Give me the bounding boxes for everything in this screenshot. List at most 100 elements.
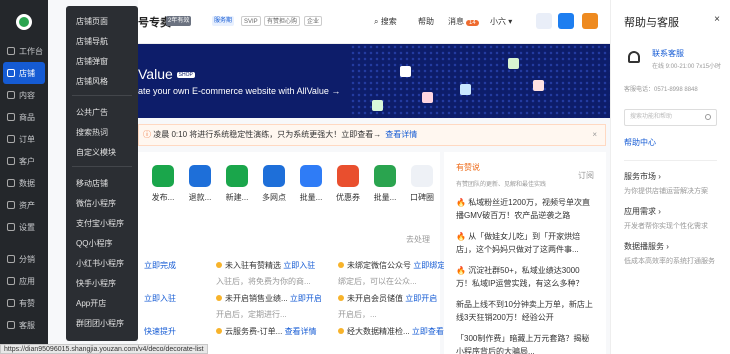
tool-label: 口碑圈 <box>410 193 434 202</box>
banner-logo: Value SHOP <box>138 66 195 82</box>
promo-icon[interactable] <box>582 13 598 29</box>
submenu-item[interactable]: 店铺风格 <box>66 72 138 92</box>
sidebar-item-order[interactable]: 订单 <box>0 128 48 150</box>
sidebar-item-label: 客服 <box>19 320 35 330</box>
news-item[interactable]: 🔥 私域粉丝近1200万，视频号单次直播GMV破百万！农产品逆袭之路 <box>456 196 594 222</box>
todo-link[interactable]: 立即完成 <box>144 261 176 270</box>
todo-item[interactable]: 快速提升 <box>144 326 176 337</box>
help-section-desc: 低成本高效率的系统打通服务 <box>624 258 715 265</box>
sidebar-item-service[interactable]: 客服 <box>0 314 48 336</box>
quick-tool[interactable]: 新建... <box>220 165 254 203</box>
help-search-input[interactable]: 搜索功能和帮助 <box>624 109 717 126</box>
todo-action-link[interactable]: 查看详情 <box>285 327 317 336</box>
todo-link[interactable]: 立即入驻 <box>144 294 176 303</box>
help-section[interactable]: 服务市场 › 为你提供店铺运营解决方案 <box>624 171 717 196</box>
help-center-link[interactable]: 帮助中心 <box>624 137 717 148</box>
news-item[interactable]: 「300制作费」暗藏上万元套路？揭秘小程序背后的大骗局... <box>456 332 594 354</box>
quick-tool[interactable]: 发布... <box>146 165 180 203</box>
submenu-item[interactable]: 店铺导航 <box>66 32 138 52</box>
help-section[interactable]: 应用需求 › 开发者帮你实现个性化需求 <box>624 206 717 231</box>
quick-tool[interactable]: 口碑圈 <box>405 165 439 203</box>
sidebar-item-content[interactable]: 内容 <box>0 84 48 106</box>
alert-icon <box>216 328 222 334</box>
sidebar-item-goods[interactable]: 商品 <box>0 106 48 128</box>
todo-item[interactable]: 云服务费-订单... 查看详情 <box>216 326 317 337</box>
sidebar-item-asset[interactable]: 资产 <box>0 194 48 216</box>
help-section-title: 服务市场 › <box>624 172 661 181</box>
todo-item[interactable]: 立即入驻 <box>144 293 176 304</box>
todo-action-link[interactable]: 立即查看 <box>412 327 444 336</box>
main-sidebar: 工作台 店铺内容商品 订单 客户 数据 资产 设置分销 应用 有赞客服 <box>0 0 48 354</box>
subscribe-link[interactable]: 订阅 <box>578 170 594 181</box>
svip-badge[interactable]: SVIP <box>241 16 261 26</box>
user-menu[interactable]: 小六 ▾ <box>490 16 512 27</box>
todo-action-link[interactable]: 立即入驻 <box>283 261 315 270</box>
messages-button[interactable]: 消息 14 <box>448 16 479 27</box>
sidebar-item-dashboard[interactable]: 工作台 <box>0 40 48 62</box>
todo-item[interactable]: 未开启会员储值 立即开启 开启后，... <box>338 293 437 320</box>
todo-item[interactable]: 未开启销售业绩... 立即开启 开启后，定期进行... <box>216 293 322 320</box>
sidebar-item-data[interactable]: 数据 <box>0 172 48 194</box>
service-badge[interactable]: 服务期 <box>212 16 235 26</box>
todo-text: 云服务费-订单... <box>225 327 285 336</box>
close-icon[interactable]: × <box>592 125 597 145</box>
search-button[interactable]: ⌕ 搜索 <box>374 16 397 27</box>
submenu-item[interactable]: QQ小程序 <box>66 234 138 254</box>
submenu-item[interactable]: 支付宝小程序 <box>66 214 138 234</box>
quick-tool[interactable]: 退款... <box>183 165 217 203</box>
sidebar-item-shop[interactable]: 店铺 <box>3 62 45 84</box>
tool-icon <box>374 165 396 187</box>
sidebar-item-distribution[interactable]: 分销 <box>0 248 48 270</box>
settings-icon <box>7 223 15 231</box>
todo-item[interactable]: 未入驻有赞精选 立即入驻 入驻后，将免费为你的商... <box>216 260 315 287</box>
todo-item[interactable]: 未绑定微信公众号 立即绑定 绑定后，可以在公众... <box>338 260 445 287</box>
help-section[interactable]: 数据播服务 › 低成本高效率的系统打通服务 <box>624 241 717 266</box>
news-item[interactable]: 🔥 沉淀社群50+，私域业绩达3000万！私域IP运营实践，有这么多种？ <box>456 264 594 290</box>
submenu-item[interactable]: 搜索热词 <box>66 123 138 143</box>
todo-item[interactable]: 经大数据精准检... 立即查看 <box>338 326 444 337</box>
todo-item[interactable]: 立即完成 <box>144 260 176 271</box>
close-icon[interactable]: × <box>714 14 720 25</box>
quick-tool[interactable]: 批量... <box>294 165 328 203</box>
enterprise-badge[interactable]: 企业 <box>304 16 323 26</box>
todo-action-link[interactable]: 立即开启 <box>405 294 437 303</box>
todo-action-link[interactable]: 立即开启 <box>290 294 322 303</box>
submenu-item[interactable]: 快手小程序 <box>66 274 138 294</box>
contact-service[interactable]: 联系客服 在线 9:00-21:00 7x15小时 <box>624 48 721 70</box>
allvalue-banner[interactable]: Value SHOP ate your own E-commerce websi… <box>138 44 610 118</box>
help-title: 帮助与客服 <box>624 17 679 29</box>
submenu-item[interactable]: 自定义模块 <box>66 143 138 163</box>
tool-icon <box>226 165 248 187</box>
submenu-item[interactable]: 店铺弹窗 <box>66 52 138 72</box>
submenu-item[interactable]: 店铺页面 <box>66 12 138 32</box>
quick-tool[interactable]: 多网点 <box>257 165 291 203</box>
sidebar-item-label: 内容 <box>19 90 35 100</box>
sidebar-item-youzan[interactable]: 有赞 <box>0 292 48 314</box>
help-button[interactable]: 帮助 <box>418 16 434 27</box>
feature-icon[interactable] <box>558 13 574 29</box>
quick-tool[interactable]: 优惠券 <box>331 165 365 203</box>
banner-logo-text: Value <box>138 66 173 82</box>
submenu-item[interactable]: 移动店铺 <box>66 174 138 194</box>
youzan-logo[interactable] <box>16 14 32 30</box>
quick-tool[interactable]: 批量... <box>368 165 402 203</box>
sidebar-item-settings[interactable]: 设置 <box>0 216 48 238</box>
submenu-item[interactable]: 小红书小程序 <box>66 254 138 274</box>
news-item[interactable]: 🔥 从「做娃女儿吃」到「开家烘焙店」，这个妈妈只做对了这两件事... <box>456 230 594 256</box>
notice-detail-link[interactable]: 查看详情 <box>385 130 417 139</box>
guarantee-badge[interactable]: 有赞担心购 <box>264 16 301 26</box>
sidebar-item-apps[interactable]: 应用 <box>0 270 48 292</box>
submenu-item[interactable]: 微信小程序 <box>66 194 138 214</box>
sidebar-item-customer[interactable]: 客户 <box>0 150 48 172</box>
news-item-text: 从「做娃女儿吃」到「开家烘焙店」，这个妈妈只做对了这两件事... <box>456 232 581 254</box>
fire-icon: 🔥 <box>456 232 469 241</box>
news-item[interactable]: 新品上线不到10分钟卖上万单，新店上线3天狂销200万！经验公开 <box>456 298 594 324</box>
submenu-item[interactable]: App开店 <box>66 294 138 314</box>
todo-link[interactable]: 快速提升 <box>144 327 176 336</box>
submenu-item[interactable]: 公共广告 <box>66 103 138 123</box>
alert-icon <box>338 328 344 334</box>
submenu-item[interactable]: 群团团小程序 <box>66 314 138 334</box>
todo-action-link[interactable]: 立即绑定 <box>413 261 445 270</box>
service-hours: 在线 9:00-21:00 7x15小时 <box>652 64 722 70</box>
app-icon[interactable] <box>536 13 552 29</box>
